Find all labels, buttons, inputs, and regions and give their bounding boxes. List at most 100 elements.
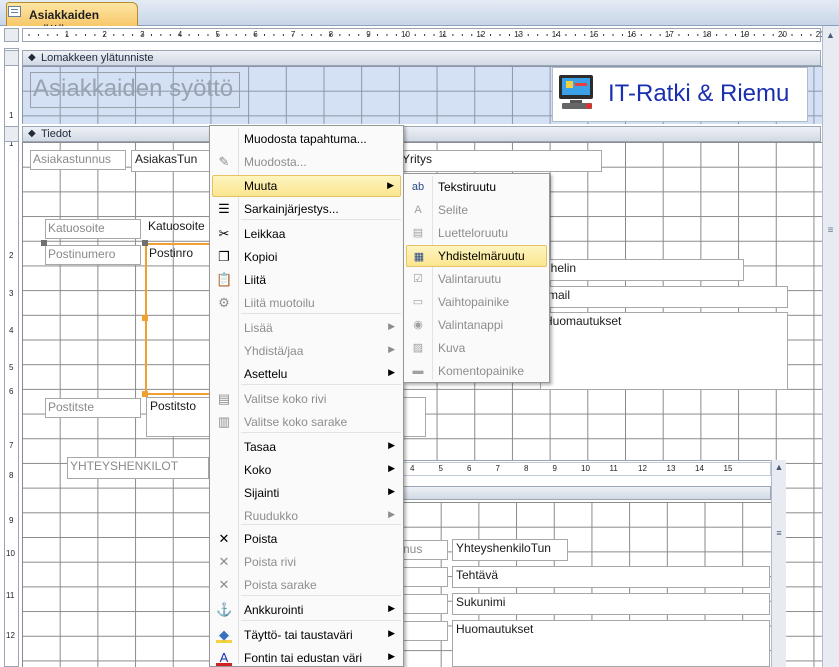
scroll-up-icon[interactable]: ▲	[775, 462, 784, 472]
submenu-item-8[interactable]: ▨ Kuva	[406, 337, 547, 359]
subform-section-bar[interactable]	[403, 486, 771, 500]
menu-separator	[241, 432, 401, 433]
menu-item-15[interactable]: Koko ▶	[212, 459, 401, 481]
yritys-field[interactable]: Yritys	[398, 150, 602, 172]
resize-handle[interactable]	[142, 240, 148, 246]
postitoimipaikka-label[interactable]: Postitste	[45, 398, 141, 418]
horizontal-ruler[interactable]: 1 2 3 4 5 6 7 8 9 10 11 12 13 14 15 16 17 18 19 20 21	[22, 28, 825, 42]
menu-item-18[interactable]: ✕ Poista	[212, 528, 401, 550]
menu-item-12[interactable]: ▤ Valitse koko rivi	[212, 388, 401, 410]
menu-item-7[interactable]: 📋 Liitä	[212, 269, 401, 291]
ruler-number: 11	[609, 464, 618, 473]
menu-item-22[interactable]: ◆ Täyttö- tai taustaväri ▶	[212, 624, 401, 646]
menu-item-11[interactable]: Asettelu ▶	[212, 363, 401, 385]
menu-item-16[interactable]: Sijainti ▶	[212, 482, 401, 504]
submenu-arrow-icon: ▶	[388, 367, 395, 377]
submenu-item-6[interactable]: ▭ Vaihtopainike	[406, 291, 547, 313]
menu-item-label: Lisää	[244, 321, 273, 335]
subform-scrollbar[interactable]: ▲ ≡	[771, 460, 786, 667]
header-section-selector[interactable]	[4, 50, 19, 66]
ruler-number: 13	[666, 464, 676, 473]
document-tab[interactable]: Asiakkaiden syöttö	[6, 2, 138, 36]
resize-handle[interactable]	[142, 315, 148, 321]
textbox-icon: ab	[411, 181, 425, 193]
form-selector[interactable]	[4, 28, 19, 42]
menu-item-20[interactable]: ✕ Poista sarake	[212, 574, 401, 596]
menu-item-8[interactable]: ⚙ Liitä muotoilu	[212, 292, 401, 314]
menu-item-6[interactable]: ❐ Kopioi	[212, 246, 401, 268]
menu-item-23[interactable]: A Fontin tai edustan väri ▶	[212, 647, 401, 667]
command-button-icon: ▬	[412, 365, 424, 377]
select-row-icon: ▤	[217, 391, 231, 406]
yhteyshenkilot-label[interactable]: YHTEYSHENKILOT	[67, 457, 209, 479]
menu-item-1[interactable]: Muodosta tapahtuma...	[212, 128, 401, 150]
scroll-grip-icon[interactable]: ≡	[824, 225, 837, 239]
ruler-number: 12	[638, 464, 647, 473]
submenu-item-1[interactable]: ab Tekstiruutu	[406, 176, 547, 198]
paste-format-icon: ⚙	[218, 295, 230, 310]
menu-item-5[interactable]: ✂ Leikkaa	[212, 223, 401, 245]
image-icon: ▨	[412, 342, 424, 354]
menu-item-label: Täyttö- tai taustaväri	[244, 628, 353, 642]
ruler-number: 16	[627, 30, 637, 39]
menu-item-4[interactable]: ☰ Sarkainjärjestys...	[212, 198, 401, 220]
vertical-scrollbar[interactable]	[822, 26, 839, 667]
sub-huomautukset-field[interactable]: Huomautukset	[452, 620, 770, 667]
asiakastunnus-label[interactable]: Asiakastunnus	[30, 150, 126, 170]
huomautukset-field[interactable]: Huomautukset	[540, 312, 788, 390]
submenu-item-3[interactable]: ▤ Luetteloruutu	[406, 222, 547, 244]
katuosoite-label[interactable]: Katuosoite	[45, 219, 141, 239]
ruler-number: 4	[177, 30, 183, 39]
submenu-item-label: Luetteloruutu	[438, 226, 509, 240]
scroll-grip-icon[interactable]: ≡	[772, 528, 786, 538]
sub-tunnus-field[interactable]: YhteyshenkiloTun	[452, 539, 568, 561]
resize-handle[interactable]	[41, 240, 47, 246]
email-field[interactable]: -mail	[540, 286, 788, 308]
detail-section-bar[interactable]: ◆ Tiedot	[22, 126, 821, 142]
menu-item-9[interactable]: Lisää ▶	[212, 317, 401, 339]
menu-item-21[interactable]: ⚓ Ankkurointi ▶	[212, 599, 401, 621]
radio-icon: ◉	[413, 319, 423, 331]
submenu-item-5[interactable]: ☑ Valintaruutu	[406, 268, 547, 290]
ruler-number: 13	[514, 30, 523, 39]
submenu-item-9[interactable]: ▬ Komentopainike	[406, 360, 547, 382]
asiakastunnus-field[interactable]: AsiakasTun	[131, 150, 213, 172]
menu-item-10[interactable]: Yhdistä/jaa ▶	[212, 340, 401, 362]
ruler-number: 14	[551, 30, 561, 39]
submenu-arrow-icon: ▶	[388, 603, 395, 613]
sub-tunnus-label[interactable]: nus	[400, 540, 448, 560]
menu-item-14[interactable]: Tasaa ▶	[212, 436, 401, 458]
menu-item-label: Liitä muotoilu	[244, 296, 315, 310]
submenu-item-4[interactable]: ▦ Yhdistelmäruutu	[406, 245, 547, 267]
submenu-item-2[interactable]: A Selite	[406, 199, 547, 221]
detail-section-selector[interactable]	[4, 126, 19, 142]
sub-huomautukset-label[interactable]	[400, 621, 448, 641]
katuosoite-field[interactable]: Katuosoite	[145, 218, 213, 240]
ruler-number: 12	[6, 631, 15, 640]
puhelin-field[interactable]: uhelin	[540, 259, 744, 281]
sub-sukunimi-label[interactable]	[400, 594, 448, 614]
submenu-item-7[interactable]: ◉ Valintanappi	[406, 314, 547, 336]
ruler-number: 3	[140, 30, 145, 39]
ruler-number: 8	[328, 30, 334, 39]
ruler-number: 9	[552, 464, 557, 473]
menu-item-19[interactable]: ✕ Poista rivi	[212, 551, 401, 573]
delete-icon: ✕	[218, 531, 230, 546]
sub-sukunimi-field[interactable]: Sukunimi	[452, 593, 770, 615]
header-section-bar[interactable]: ◆ Lomakkeen ylätunniste	[22, 50, 821, 66]
scroll-up-icon[interactable]: ▲	[824, 30, 837, 44]
sub-tehtava-field[interactable]: Tehtävä	[452, 566, 770, 588]
menu-item-label: Muodosta...	[244, 155, 307, 169]
label-icon: A	[414, 204, 422, 216]
form-title-label[interactable]: Asiakkaiden syöttö	[30, 72, 240, 108]
selected-control-outline[interactable]	[145, 243, 215, 395]
menu-item-3[interactable]: Muuta ▶	[212, 175, 401, 197]
copy-icon: ❐	[218, 249, 230, 264]
menu-item-label: Ankkurointi	[244, 603, 304, 617]
anchor-icon: ⚓	[216, 602, 233, 617]
menu-item-13[interactable]: ▥ Valitse koko sarake	[212, 411, 401, 433]
section-arrow-icon: ◆	[28, 128, 36, 139]
sub-tehtava-label[interactable]	[400, 567, 448, 587]
menu-item-2[interactable]: ✎ Muodosta...	[212, 151, 401, 173]
postinumero-label[interactable]: Postinumero	[45, 245, 141, 265]
